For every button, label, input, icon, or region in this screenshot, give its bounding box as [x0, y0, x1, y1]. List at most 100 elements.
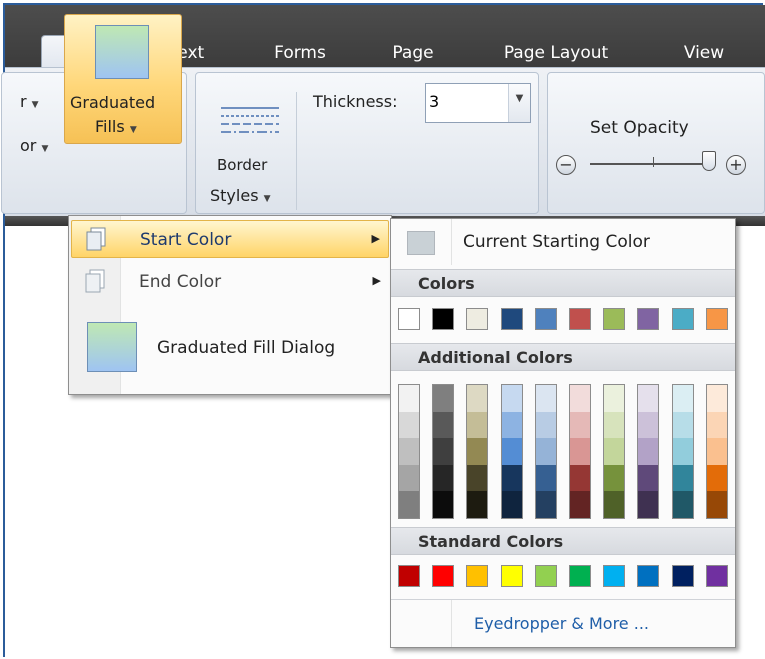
- additional-color-swatch[interactable]: [399, 385, 419, 412]
- menu-item-start-color[interactable]: Start Color ▶: [71, 220, 389, 258]
- additional-color-swatch[interactable]: [399, 491, 419, 518]
- additional-color-swatch[interactable]: [501, 385, 522, 412]
- additional-color-swatch[interactable]: [501, 491, 522, 518]
- opacity-slider-thumb[interactable]: [702, 151, 716, 171]
- additional-color-swatch[interactable]: [535, 385, 556, 412]
- menu-item-graduated-fill-dialog[interactable]: Graduated Fill Dialog: [71, 322, 389, 374]
- additional-color-swatch[interactable]: [706, 385, 727, 412]
- border-styles-button[interactable]: Border Styles ▼: [205, 90, 285, 218]
- additional-color-swatch[interactable]: [638, 464, 659, 492]
- standard-color-swatch-9[interactable]: [671, 565, 694, 587]
- additional-color-swatch[interactable]: [433, 411, 454, 439]
- theme-color-swatch-7[interactable]: [603, 308, 626, 330]
- additional-color-swatch[interactable]: [501, 411, 522, 439]
- standard-color-swatch-5[interactable]: [534, 565, 557, 587]
- standard-color-swatch-2[interactable]: [432, 565, 455, 587]
- eyedropper-more-link[interactable]: Eyedropper & More ...: [474, 614, 649, 633]
- opacity-decrease-icon[interactable]: −: [556, 155, 576, 175]
- standard-color-swatch-6[interactable]: [569, 565, 591, 587]
- border-styles-label-2: Styles ▼: [210, 186, 271, 205]
- theme-color-swatch-6[interactable]: [569, 308, 591, 330]
- additional-color-swatch[interactable]: [706, 411, 727, 439]
- additional-color-column-1: [398, 384, 420, 519]
- additional-color-swatch[interactable]: [672, 491, 693, 518]
- thickness-value[interactable]: 3: [429, 92, 439, 111]
- theme-color-swatch-5[interactable]: [534, 308, 557, 330]
- additional-color-swatch[interactable]: [433, 491, 454, 518]
- menu-item-label: Graduated Fill Dialog: [157, 338, 336, 358]
- additional-color-swatch[interactable]: [535, 438, 556, 465]
- standard-color-row: [391, 565, 735, 591]
- current-color-label: Current Starting Color: [463, 232, 650, 252]
- additional-color-swatch[interactable]: [535, 491, 556, 518]
- menu-item-end-color[interactable]: End Color ▶: [71, 263, 389, 301]
- tab-page-layout[interactable]: Page Layout: [491, 35, 621, 71]
- additional-color-swatch[interactable]: [399, 438, 419, 465]
- standard-color-swatch-10[interactable]: [705, 565, 728, 587]
- thickness-combobox[interactable]: 3 ▼: [425, 83, 531, 123]
- additional-color-swatch[interactable]: [467, 411, 488, 439]
- standard-color-swatch-3[interactable]: [466, 565, 489, 587]
- additional-color-swatch[interactable]: [638, 491, 659, 518]
- additional-color-swatch[interactable]: [467, 385, 488, 412]
- additional-color-swatch[interactable]: [604, 385, 625, 412]
- theme-color-swatch-3[interactable]: [466, 308, 489, 330]
- opacity-increase-icon[interactable]: +: [726, 155, 746, 175]
- cutoff-button-2[interactable]: or ▼: [20, 136, 48, 155]
- additional-color-swatch[interactable]: [570, 491, 590, 518]
- theme-color-swatch-9[interactable]: [671, 308, 694, 330]
- chevron-down-icon[interactable]: ▼: [508, 84, 530, 122]
- additional-color-swatch[interactable]: [604, 438, 625, 465]
- opacity-slider-track[interactable]: [590, 163, 702, 165]
- additional-color-swatch[interactable]: [672, 385, 693, 412]
- additional-color-swatch[interactable]: [399, 464, 419, 492]
- standard-color-swatch-4[interactable]: [500, 565, 523, 587]
- tab-page[interactable]: Page: [378, 35, 448, 71]
- separator: [451, 219, 452, 265]
- tab-forms[interactable]: Forms: [263, 35, 337, 71]
- theme-color-swatch-1[interactable]: [398, 308, 420, 330]
- additional-color-swatch[interactable]: [467, 438, 488, 465]
- cutoff-button-1[interactable]: r ▼: [20, 92, 39, 111]
- additional-color-swatch[interactable]: [672, 438, 693, 465]
- additional-color-swatch[interactable]: [433, 385, 454, 412]
- tab-view[interactable]: View: [669, 35, 739, 71]
- standard-color-swatch-8[interactable]: [637, 565, 660, 587]
- graduated-fills-label-2: Fills ▼: [95, 117, 137, 136]
- additional-color-swatch[interactable]: [535, 411, 556, 439]
- additional-color-swatch[interactable]: [535, 464, 556, 492]
- additional-color-swatch[interactable]: [501, 464, 522, 492]
- additional-color-swatch[interactable]: [638, 385, 659, 412]
- theme-color-row: [391, 308, 735, 334]
- additional-color-swatch[interactable]: [570, 411, 590, 439]
- additional-color-swatch[interactable]: [433, 438, 454, 465]
- additional-color-swatch[interactable]: [706, 491, 727, 518]
- additional-color-swatch[interactable]: [570, 464, 590, 492]
- additional-color-swatch[interactable]: [706, 438, 727, 465]
- additional-colors-section-header: Additional Colors: [391, 343, 735, 371]
- additional-color-swatch[interactable]: [706, 464, 727, 492]
- standard-color-swatch-1[interactable]: [398, 565, 420, 587]
- additional-color-swatch[interactable]: [638, 411, 659, 439]
- additional-color-swatch[interactable]: [604, 491, 625, 518]
- current-color-row[interactable]: Current Starting Color: [391, 219, 735, 265]
- additional-color-swatch[interactable]: [672, 464, 693, 492]
- additional-color-swatch[interactable]: [604, 411, 625, 439]
- additional-color-swatch[interactable]: [638, 438, 659, 465]
- theme-color-swatch-10[interactable]: [705, 308, 728, 330]
- additional-color-swatch[interactable]: [467, 491, 488, 518]
- additional-color-swatch[interactable]: [501, 438, 522, 465]
- graduated-fills-button[interactable]: Graduated Fills ▼: [64, 14, 182, 144]
- additional-color-swatch[interactable]: [604, 464, 625, 492]
- additional-color-swatch[interactable]: [399, 411, 419, 439]
- theme-color-swatch-2[interactable]: [432, 308, 455, 330]
- theme-color-swatch-8[interactable]: [637, 308, 660, 330]
- additional-color-swatch[interactable]: [467, 464, 488, 492]
- additional-color-swatch[interactable]: [433, 464, 454, 492]
- additional-color-swatch[interactable]: [672, 411, 693, 439]
- theme-color-swatch-4[interactable]: [500, 308, 523, 330]
- additional-color-column-4: [500, 384, 523, 519]
- additional-color-swatch[interactable]: [570, 438, 590, 465]
- additional-color-swatch[interactable]: [570, 385, 590, 412]
- standard-color-swatch-7[interactable]: [603, 565, 626, 587]
